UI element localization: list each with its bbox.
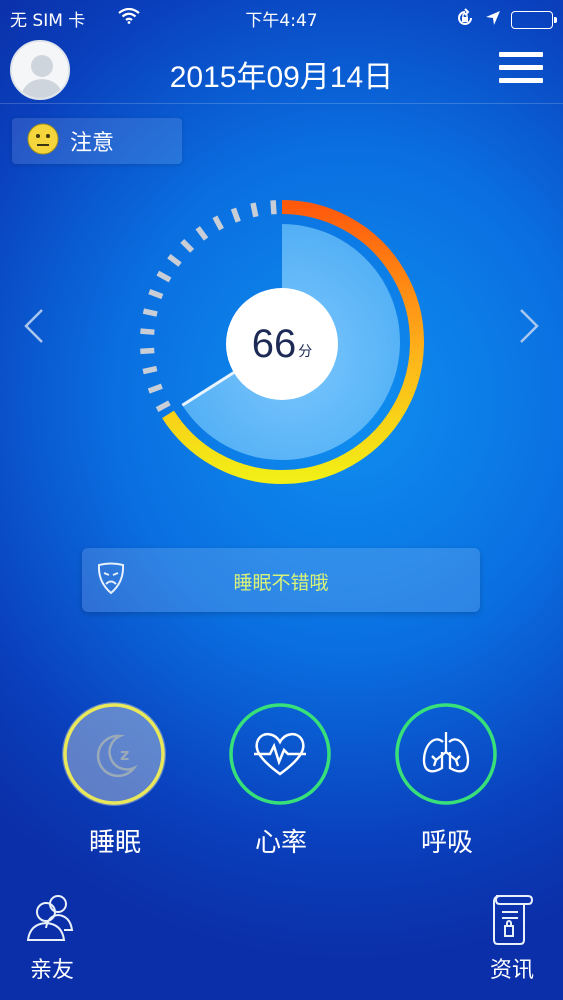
status-badge-label: 注意 xyxy=(70,131,115,156)
svg-text:z: z xyxy=(120,745,129,764)
gauge-track-tick xyxy=(140,347,155,355)
friends-icon xyxy=(26,895,74,941)
gauge-track-tick xyxy=(195,226,209,241)
gauge-track-tick xyxy=(142,308,158,317)
menu-icon xyxy=(499,52,543,57)
battery-icon xyxy=(511,11,557,29)
heartbeat-icon xyxy=(254,733,306,776)
score-unit: 分 xyxy=(298,344,313,360)
neutral-face-icon xyxy=(26,122,60,160)
friends-nav-button[interactable]: 亲友 xyxy=(12,890,92,990)
sleep-label: 睡眠 xyxy=(88,828,141,858)
news-label: 资讯 xyxy=(489,958,534,983)
header: 2015年09月14日 xyxy=(0,36,563,104)
status-badge[interactable]: 注意 xyxy=(12,118,182,164)
sleep-metric-button[interactable]: z xyxy=(60,702,170,812)
heart-rate-metric-button[interactable] xyxy=(226,702,336,812)
lungs-icon xyxy=(422,732,470,773)
menu-button[interactable] xyxy=(499,52,543,88)
gauge-track-tick xyxy=(230,207,241,223)
gauge-track-tick xyxy=(250,202,259,218)
friends-label: 亲友 xyxy=(29,958,74,983)
gauge-track-tick xyxy=(270,200,277,215)
gauge-track-tick xyxy=(147,383,163,394)
gauge-track-tick xyxy=(148,289,164,300)
chevron-left-icon xyxy=(24,309,43,343)
gauge-track-tick xyxy=(155,400,171,412)
heart-rate-label: 心率 xyxy=(254,828,307,858)
breathing-metric-button[interactable] xyxy=(392,702,502,812)
gauge-track-tick xyxy=(140,328,155,335)
sleep-message-bar[interactable]: 睡眠不错哦 xyxy=(82,548,480,612)
news-nav-button[interactable]: 资讯 xyxy=(472,890,552,990)
gauge-track-tick xyxy=(156,270,172,283)
gauge-track-tick xyxy=(142,365,158,375)
status-bar: 无 SIM 卡 下午4:47 xyxy=(0,0,563,36)
gauge-track-tick xyxy=(212,215,224,231)
date-title[interactable]: 2015年09月14日 xyxy=(0,52,563,96)
breathing-label: 呼吸 xyxy=(420,828,473,858)
score-value: 66 xyxy=(251,321,297,366)
score-display: 66 分 xyxy=(226,288,338,400)
rotation-lock-icon xyxy=(455,8,475,32)
message-text: 睡眠不错哦 xyxy=(233,572,329,594)
next-day-button[interactable] xyxy=(517,308,541,344)
gauge-track-tick xyxy=(167,253,182,267)
location-arrow-icon xyxy=(485,10,501,30)
gauge-track-tick xyxy=(180,238,195,253)
previous-day-button[interactable] xyxy=(22,308,46,344)
scroll-document-icon xyxy=(493,895,534,945)
moon-sleep-icon: z xyxy=(96,734,138,778)
chevron-right-icon xyxy=(520,309,539,343)
